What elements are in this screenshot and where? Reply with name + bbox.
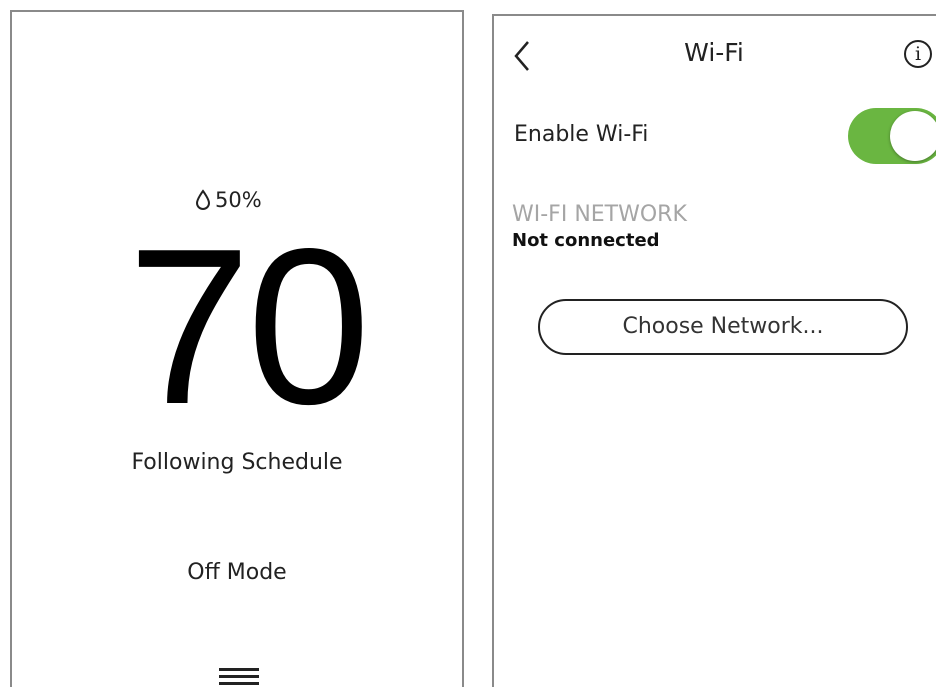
chevron-left-icon[interactable] xyxy=(508,36,538,76)
schedule-status[interactable]: Following Schedule xyxy=(52,450,422,475)
page-title: Wi-Fi xyxy=(684,38,744,67)
wifi-settings-screen: Wi-Fi i Enable Wi-Fi WI-FI NETWORK Not c… xyxy=(492,14,936,687)
thermostat-home-screen: 50% 70 Following Schedule Off Mode xyxy=(10,10,464,687)
toggle-knob xyxy=(890,111,936,161)
temperature-display: 70 xyxy=(127,203,371,451)
enable-wifi-toggle[interactable] xyxy=(848,108,936,164)
hamburger-menu-icon[interactable] xyxy=(216,664,262,690)
info-icon[interactable]: i xyxy=(904,40,932,68)
enable-wifi-label: Enable Wi-Fi xyxy=(514,122,649,147)
wifi-network-status: Not connected xyxy=(512,230,660,251)
wifi-network-heading: WI-FI NETWORK xyxy=(512,202,687,227)
system-mode[interactable]: Off Mode xyxy=(52,560,422,585)
choose-network-button[interactable]: Choose Network... xyxy=(538,299,908,355)
